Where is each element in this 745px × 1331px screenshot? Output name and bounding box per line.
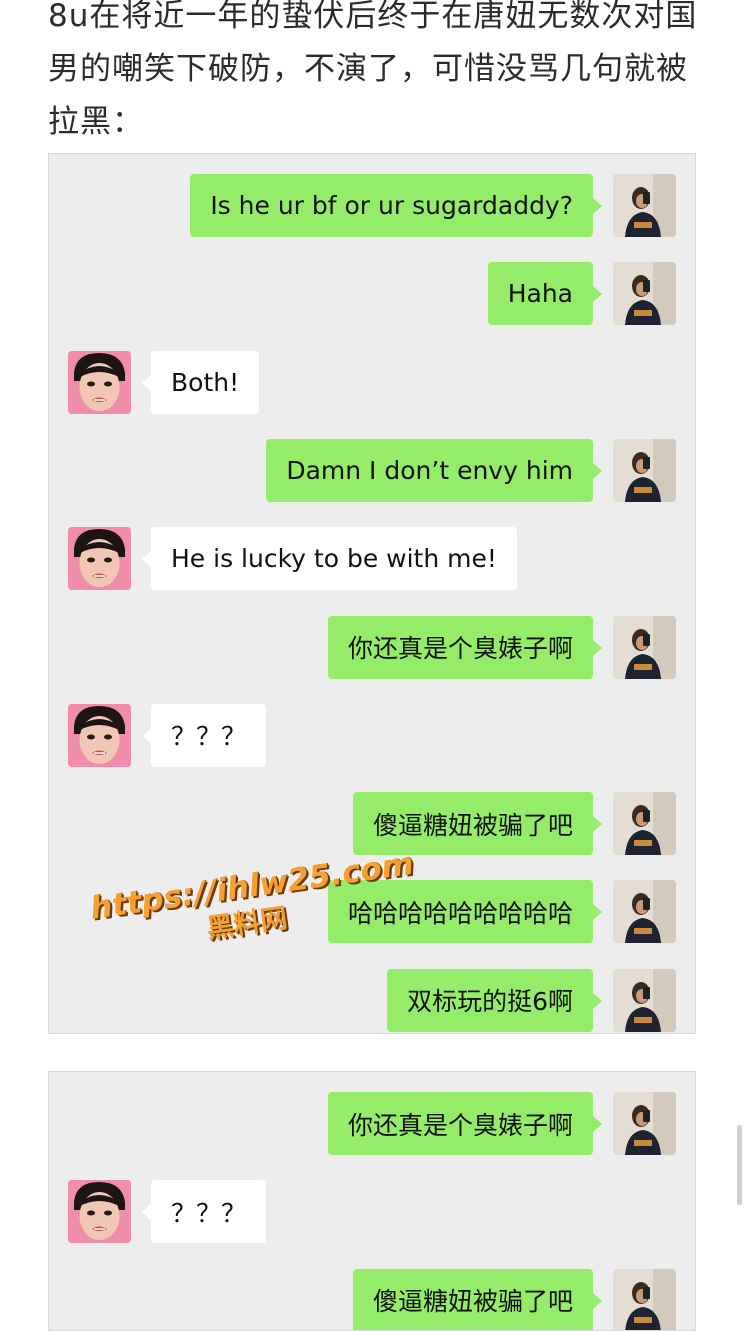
sent-message-bubble[interactable]: Is he ur bf or ur sugardaddy? <box>190 174 602 237</box>
sent-message-bubble[interactable]: 傻逼糖妞被骗了吧 <box>352 792 603 856</box>
sent-message-bubble[interactable]: Haha <box>487 262 603 326</box>
self-avatar[interactable] <box>613 1268 676 1330</box>
contact-avatar[interactable] <box>68 527 131 591</box>
received-message-bubble[interactable]: ？？？ <box>141 703 267 767</box>
message-row: Damn I don’t envy him <box>49 438 695 502</box>
self-avatar[interactable] <box>613 968 676 1032</box>
sent-message-bubble[interactable]: 傻逼糖妞被骗了吧 <box>352 1268 603 1330</box>
self-avatar[interactable] <box>613 174 676 237</box>
sent-message-bubble[interactable]: 你还真是个臭婊子啊 <box>327 1092 603 1155</box>
article-intro-text: 8u在将近一年的蛰伏后终于在唐妞无数次对国男的嘲笑下破防，不演了，可惜没骂几句就… <box>48 0 698 140</box>
message-row: Both! <box>49 350 695 414</box>
scrollbar[interactable] <box>737 1125 742 1205</box>
self-avatar[interactable] <box>613 880 676 944</box>
received-message-bubble[interactable]: He is lucky to be with me! <box>142 527 517 591</box>
message-row: 你还真是个臭婊子啊 <box>49 1092 695 1155</box>
self-avatar[interactable] <box>613 615 676 679</box>
received-message-bubble[interactable]: Both! <box>141 350 260 414</box>
sent-message-bubble[interactable]: 双标玩的挺6啊 <box>387 968 602 1032</box>
sent-message-bubble[interactable]: 你还真是个臭婊子啊 <box>327 615 603 679</box>
contact-avatar[interactable] <box>68 703 131 767</box>
message-row: 傻逼糖妞被骗了吧 <box>49 792 695 856</box>
message-row: ？？？ <box>49 703 695 767</box>
message-row: 你还真是个臭婊子啊 <box>49 615 695 679</box>
contact-avatar[interactable] <box>68 350 131 414</box>
message-row: Is he ur bf or ur sugardaddy? <box>49 174 695 237</box>
received-message-bubble[interactable]: ？？？ <box>141 1180 267 1244</box>
message-row: ？？？ <box>49 1180 695 1244</box>
chat-screenshot-2: 你还真是个臭婊子啊 ？？？ 傻逼糖妞被骗了吧 <box>48 1071 696 1331</box>
message-row: 傻逼糖妞被骗了吧 <box>49 1268 695 1330</box>
self-avatar[interactable] <box>613 438 676 502</box>
self-avatar[interactable] <box>613 792 676 856</box>
self-avatar[interactable] <box>613 262 676 326</box>
message-row: He is lucky to be with me! <box>49 527 695 591</box>
message-row: Haha <box>49 262 695 326</box>
sent-message-bubble[interactable]: Damn I don’t envy him <box>266 438 602 502</box>
contact-avatar[interactable] <box>68 1180 131 1244</box>
self-avatar[interactable] <box>613 1092 676 1155</box>
